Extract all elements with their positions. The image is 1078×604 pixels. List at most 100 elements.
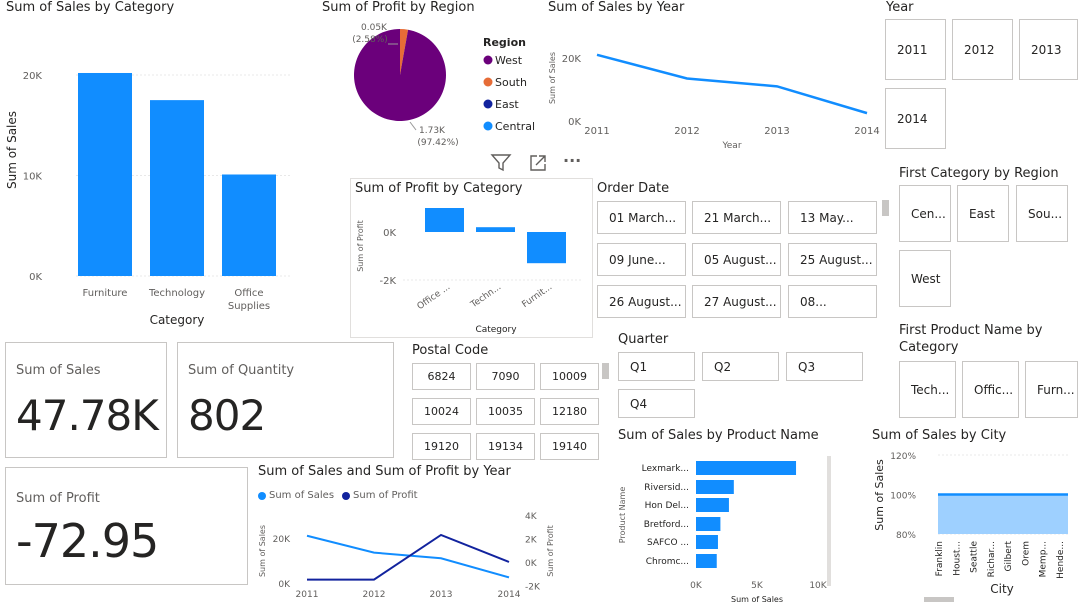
order-date-slicer-item[interactable]: 25 August...: [788, 243, 877, 276]
kpi-quantity-value: 802: [188, 391, 266, 440]
x-tick-label: Technology: [148, 288, 205, 299]
profit-by-category-chart[interactable]: 0K -2K Office ... Techn... Furnit... Category…: [351, 198, 591, 336]
legend-item-sales[interactable]: Sum of Sales: [258, 490, 334, 501]
postal-code-slicer-item[interactable]: 6824: [412, 363, 471, 390]
postal-code-slicer-item[interactable]: 19140: [540, 433, 599, 460]
quarter-slicer-item[interactable]: Q2: [702, 352, 779, 381]
order-date-slicer-item[interactable]: 21 March...: [692, 201, 781, 234]
sales-line[interactable]: [596, 53, 868, 115]
bar-product[interactable]: [696, 517, 721, 531]
order-date-slicer-item[interactable]: 26 August...: [597, 285, 686, 318]
x-tick-label: Office ...: [416, 282, 453, 312]
y-axis-label: Sum of Sales: [5, 111, 19, 189]
sales-by-year-chart[interactable]: 0K 20K 2011 2012 2013 2014 Year Sum of Sales: [545, 20, 885, 155]
bar-technology[interactable]: [150, 100, 204, 276]
year-slicer-item[interactable]: 2011: [885, 19, 946, 80]
product-slicer-item[interactable]: Furn...: [1025, 361, 1078, 418]
legend-label: Sum of Profit: [353, 490, 418, 501]
postal-code-scrollbar[interactable]: [602, 363, 609, 379]
y-tick-label: 0K: [278, 580, 291, 590]
x-axis-label: Sum of Sales: [731, 595, 783, 604]
y2-tick-label: 2K: [525, 536, 538, 546]
postal-code-slicer-item[interactable]: 10009: [540, 363, 599, 390]
order-date-slicer-item[interactable]: 09 June...: [597, 243, 686, 276]
bar-product[interactable]: [696, 498, 729, 512]
bar-office-supplies[interactable]: [222, 174, 276, 276]
sales-profit-by-year-chart[interactable]: 0K 20K 4K 2K 0K -2K 2011 2012 2013 2014 Sum of Sal…: [255, 505, 555, 604]
legend-dot-icon: [483, 55, 493, 65]
sales-by-product-title: Sum of Sales by Product Name: [618, 428, 819, 443]
order-date-slicer-item[interactable]: 13 May...: [788, 201, 877, 234]
order-date-slicer-item[interactable]: 27 August...: [692, 285, 781, 318]
bar-product[interactable]: [696, 461, 797, 475]
quarter-slicer-item[interactable]: Q1: [618, 352, 695, 381]
profit-by-region-title: Sum of Profit by Region: [322, 0, 475, 15]
sales-profit-legend: Sum of Sales Sum of Profit: [258, 490, 418, 501]
product-slicer-item[interactable]: Tech...: [899, 361, 956, 418]
bar-profit-category[interactable]: [527, 232, 566, 264]
order-date-scrollbar[interactable]: [882, 200, 889, 216]
postal-code-slicer-item[interactable]: 7090: [476, 363, 535, 390]
y-tick-label: Chromc...: [646, 557, 689, 567]
y-axis-label: Sum of Sales: [548, 52, 557, 104]
product-chart-scrollbar[interactable]: [827, 456, 831, 586]
kpi-sales-label: Sum of Sales: [16, 363, 101, 378]
sales-by-city-chart[interactable]: 120% 100% 80% Franklin Houst... Seattle Richar…: [868, 447, 1078, 597]
x-tick-label: 2013: [430, 590, 453, 600]
y-tick-label: 0K: [29, 272, 42, 283]
x-tick-label: 10K: [809, 581, 827, 591]
postal-code-slicer-item[interactable]: 12180: [540, 398, 599, 425]
order-date-slicer-item[interactable]: 08...: [788, 285, 877, 318]
legend-item-profit[interactable]: Sum of Profit: [342, 490, 418, 501]
bar-product[interactable]: [696, 480, 734, 494]
pie-data-label: 0.05K: [361, 23, 388, 33]
year-slicer-item[interactable]: 2012: [952, 19, 1013, 80]
x-axis-label: City: [990, 582, 1014, 596]
y-axis-label: Sum of Sales: [258, 525, 267, 577]
x-tick-label: 2013: [764, 126, 789, 137]
y-tick-label: 20K: [23, 71, 43, 82]
profit-by-region-chart[interactable]: 0.05K (2.58%) 1.73K (97.42%) Region West South…: [340, 18, 540, 153]
quarter-slicer-title: Quarter: [618, 332, 669, 347]
legend-label: South: [495, 76, 527, 89]
postal-code-slicer-item[interactable]: 19134: [476, 433, 535, 460]
bar-product[interactable]: [696, 554, 717, 568]
postal-code-slicer-item[interactable]: 10035: [476, 398, 535, 425]
city-chart-scrollbar[interactable]: [924, 597, 954, 602]
quarter-slicer-item[interactable]: Q3: [786, 352, 863, 381]
x-tick-label: 2011: [584, 126, 609, 137]
year-slicer-item[interactable]: 2013: [1019, 19, 1078, 80]
postal-code-slicer-item[interactable]: 10024: [412, 398, 471, 425]
sales-by-category-title: Sum of Sales by Category: [6, 0, 175, 15]
y-tick-label: Riversid...: [644, 483, 689, 493]
bar-furniture[interactable]: [78, 72, 132, 276]
bar-profit-category[interactable]: [476, 227, 515, 232]
order-date-slicer-item[interactable]: 05 August...: [692, 243, 781, 276]
legend-dot-icon: [483, 77, 493, 87]
region-slicer-item[interactable]: Cen...: [899, 185, 951, 242]
profit-line[interactable]: [307, 533, 510, 581]
region-slicer-item[interactable]: East: [957, 185, 1009, 242]
order-date-slicer-title: Order Date: [597, 181, 670, 196]
more-options-icon[interactable]: ···: [563, 151, 587, 171]
y-axis-label: Sum of Profit: [356, 220, 365, 272]
legend-title: Region: [483, 36, 526, 49]
x-tick-label: Richar...: [987, 541, 997, 577]
postal-code-slicer-item[interactable]: 19120: [412, 433, 471, 460]
sales-by-product-chart[interactable]: Lexmark... Riversid... Hon Del... Bretford.…: [612, 450, 837, 604]
region-slicer-item[interactable]: Sou...: [1016, 185, 1068, 242]
year-slicer-item[interactable]: 2014: [885, 88, 946, 149]
product-slicer-item[interactable]: Offic...: [962, 361, 1019, 418]
legend-label: Sum of Sales: [269, 490, 335, 501]
filter-icon[interactable]: [490, 153, 512, 173]
sales-by-category-chart[interactable]: 0K 10K 20K Furniture Technology Office Supplie…: [0, 20, 300, 330]
region-slicer-item[interactable]: West: [899, 250, 951, 307]
quarter-slicer-item[interactable]: Q4: [618, 389, 695, 418]
order-date-slicer-item[interactable]: 01 March...: [597, 201, 686, 234]
legend-label: Central: [495, 120, 535, 133]
city-area-fill: [938, 494, 1068, 534]
legend-label: East: [495, 98, 519, 111]
bar-profit-category[interactable]: [425, 208, 464, 232]
bar-product[interactable]: [696, 535, 718, 549]
focus-mode-icon[interactable]: [528, 153, 550, 173]
